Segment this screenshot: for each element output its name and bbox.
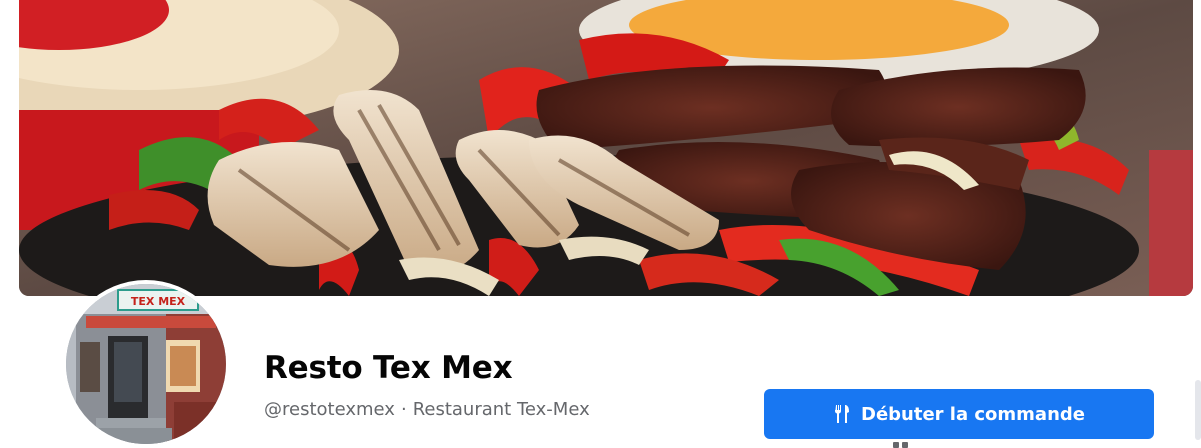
page-username: @restotexmex xyxy=(264,399,395,420)
profile-avatar[interactable]: TEX MEX xyxy=(62,280,230,448)
start-order-label: Débuter la commande xyxy=(861,403,1085,425)
more-indicator xyxy=(893,442,911,448)
storefront-sign: TEX MEX xyxy=(131,295,186,308)
page-meta: @restotexmex · Restaurant Tex-Mex xyxy=(264,399,590,420)
meta-separator: · xyxy=(400,399,407,420)
page-header: TEX MEX Resto Tex Mex @restotexmex · Resta… xyxy=(0,0,1201,448)
cover-fajitas-image xyxy=(19,0,1193,296)
storefront-image: TEX MEX xyxy=(66,284,226,444)
page-category[interactable]: Restaurant Tex-Mex xyxy=(413,399,590,420)
scrollbar[interactable] xyxy=(1195,380,1201,440)
page-title: Resto Tex Mex xyxy=(264,350,513,386)
cover-photo[interactable] xyxy=(19,0,1193,296)
fork-knife-icon xyxy=(833,404,851,424)
start-order-button[interactable]: Débuter la commande xyxy=(764,389,1154,439)
